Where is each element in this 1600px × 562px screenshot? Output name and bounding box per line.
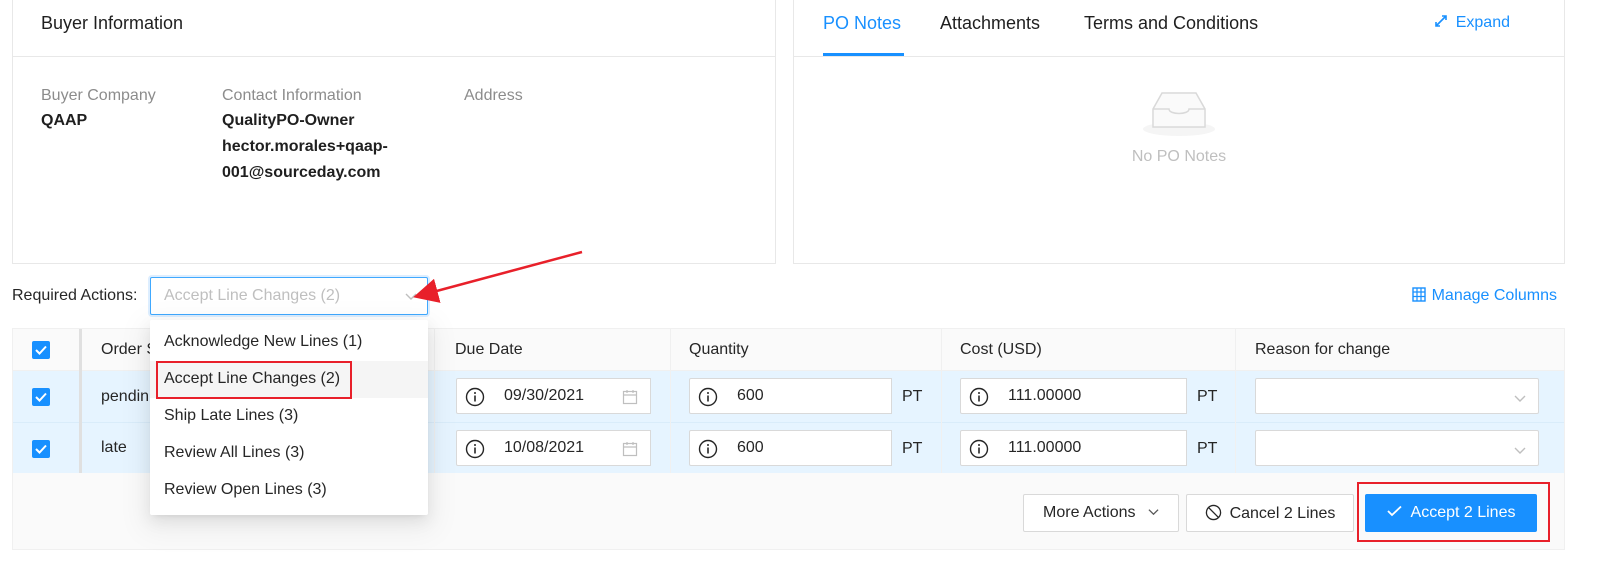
annotation-arrow	[413, 250, 583, 303]
